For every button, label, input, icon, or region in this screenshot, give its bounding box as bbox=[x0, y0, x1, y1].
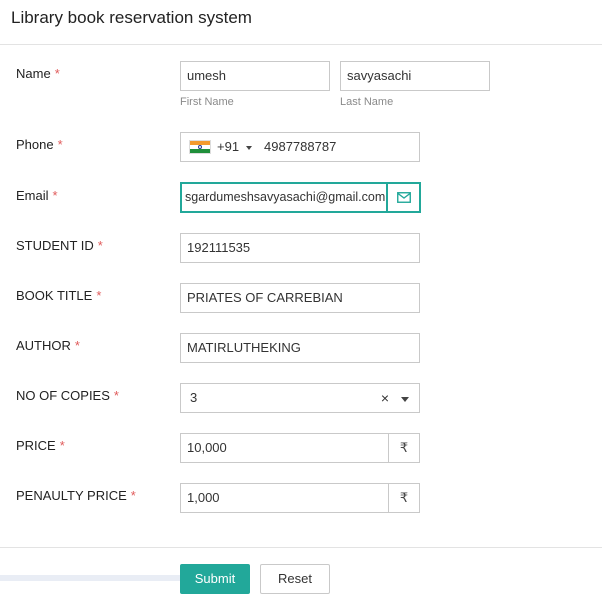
last-name-input[interactable]: savyasachi bbox=[340, 61, 490, 91]
required-mark: * bbox=[57, 137, 63, 152]
copies-select[interactable]: 3 × bbox=[180, 383, 420, 413]
required-mark: * bbox=[52, 188, 58, 203]
chevron-down-icon[interactable] bbox=[401, 397, 409, 402]
required-mark: * bbox=[113, 388, 119, 403]
phone-value: 4987788787 bbox=[264, 139, 337, 154]
book-title-input[interactable]: PRIATES OF CARREBIAN bbox=[180, 283, 420, 313]
name-label: Name * bbox=[16, 66, 60, 81]
copies-label: NO OF COPIES * bbox=[16, 388, 119, 403]
last-name-sublabel: Last Name bbox=[340, 96, 394, 108]
email-label: Email * bbox=[16, 188, 58, 203]
required-mark: * bbox=[74, 338, 80, 353]
penalty-price-input[interactable]: 1,000 ₹ bbox=[180, 483, 420, 513]
india-flag-icon[interactable] bbox=[189, 140, 211, 154]
last-name-value: savyasachi bbox=[347, 68, 412, 83]
required-mark: * bbox=[97, 238, 103, 253]
rupee-icon: ₹ bbox=[388, 434, 419, 462]
first-name-input[interactable]: umesh bbox=[180, 61, 330, 91]
phone-label: Phone * bbox=[16, 137, 63, 152]
copies-value: 3 bbox=[190, 390, 198, 405]
form-header: Library book reservation system bbox=[0, 0, 602, 45]
first-name-value: umesh bbox=[187, 68, 227, 83]
footer-divider bbox=[0, 547, 602, 548]
penalty-price-label: PENAULTY PRICE * bbox=[16, 488, 136, 503]
country-caret-icon[interactable] bbox=[246, 146, 252, 150]
student-id-label: STUDENT ID * bbox=[16, 238, 103, 253]
envelope-icon bbox=[396, 192, 411, 203]
required-mark: * bbox=[96, 288, 102, 303]
author-value: MATIRLUTHEKING bbox=[187, 340, 301, 355]
book-title-label: BOOK TITLE * bbox=[16, 288, 102, 303]
reset-button[interactable]: Reset bbox=[260, 564, 330, 594]
first-name-sublabel: First Name bbox=[180, 96, 234, 108]
email-suffix bbox=[386, 184, 419, 211]
price-label: PRICE * bbox=[16, 438, 65, 453]
email-input[interactable]: sgardumeshsavyasachi@gmail.com| bbox=[180, 182, 421, 213]
clear-icon[interactable]: × bbox=[381, 384, 389, 412]
price-input[interactable]: 10,000 ₹ bbox=[180, 433, 420, 463]
author-label: AUTHOR * bbox=[16, 338, 80, 353]
book-title-value: PRIATES OF CARREBIAN bbox=[187, 290, 343, 305]
required-mark: * bbox=[59, 438, 65, 453]
submit-button[interactable]: Submit bbox=[180, 564, 250, 594]
price-value: 10,000 bbox=[187, 440, 227, 455]
phone-input[interactable]: +91 4987788787 bbox=[180, 132, 420, 162]
form-title: Library book reservation system bbox=[11, 8, 252, 27]
required-mark: * bbox=[54, 66, 60, 81]
bottom-strip bbox=[0, 575, 180, 581]
required-mark: * bbox=[130, 488, 136, 503]
penalty-price-value: 1,000 bbox=[187, 490, 220, 505]
rupee-icon: ₹ bbox=[388, 484, 419, 512]
email-value: sgardumeshsavyasachi@gmail.com| bbox=[185, 190, 388, 204]
student-id-input[interactable]: 192111535 bbox=[180, 233, 420, 263]
author-input[interactable]: MATIRLUTHEKING bbox=[180, 333, 420, 363]
country-code[interactable]: +91 bbox=[217, 133, 239, 161]
student-id-value: 192111535 bbox=[187, 240, 251, 255]
